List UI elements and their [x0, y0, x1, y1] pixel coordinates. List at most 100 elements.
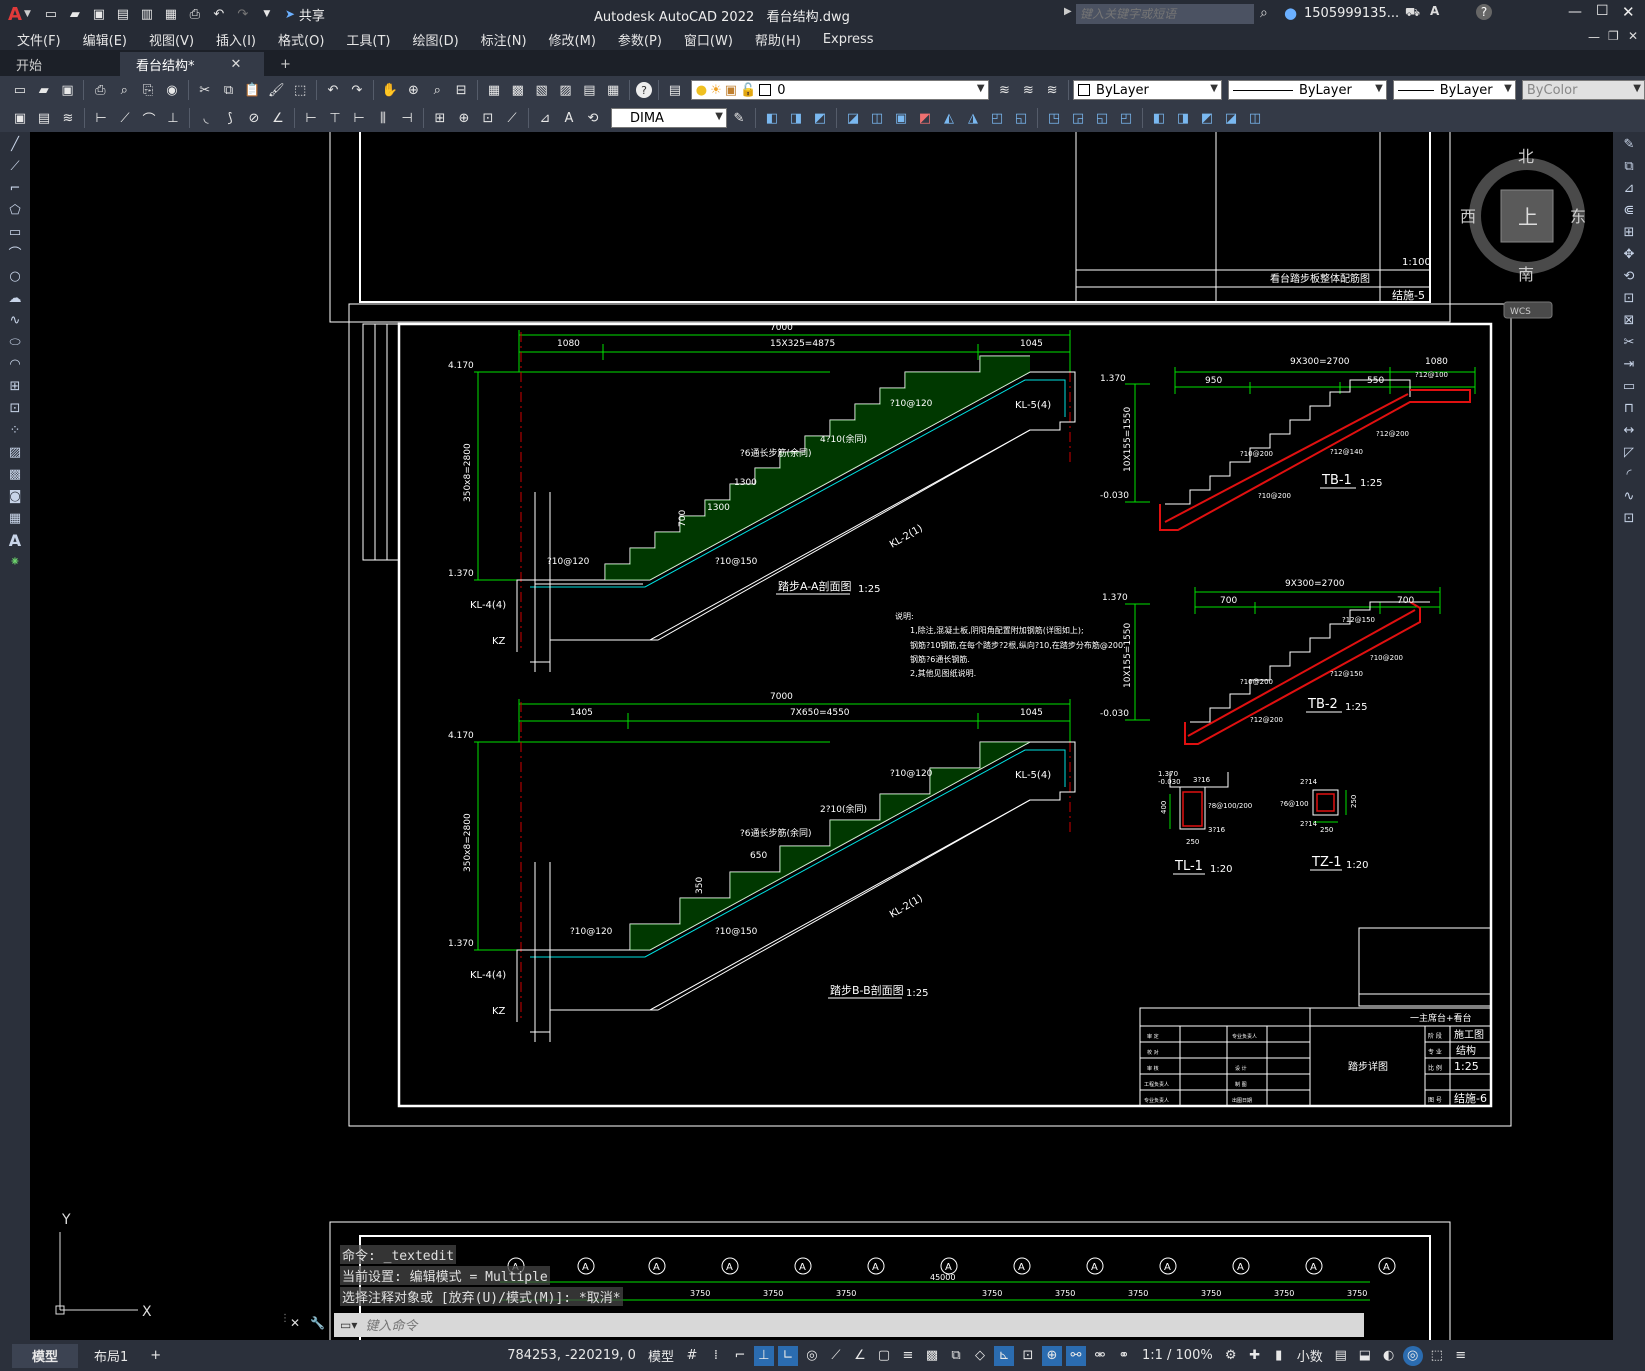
annotation-visibility-icon[interactable]: ⚯ — [1065, 1345, 1086, 1366]
table-icon[interactable]: ▦ — [4, 510, 26, 528]
command-input-box[interactable]: ▭▾ — [334, 1313, 1364, 1337]
minimize-icon[interactable]: — — [1568, 4, 1582, 20]
redo-icon[interactable]: ↷ — [233, 4, 253, 24]
menu-window[interactable]: 窗口(W) — [673, 30, 744, 49]
viewcube-top[interactable]: 上 — [1518, 205, 1538, 229]
hatch-icon[interactable]: ▨ — [4, 444, 26, 462]
interfere-icon[interactable]: ◩ — [1197, 108, 1217, 128]
save-file-icon[interactable]: ▣ — [58, 80, 78, 100]
print-preview-icon[interactable]: ⌕ — [114, 80, 134, 100]
center-mark-icon[interactable]: ⊕ — [454, 108, 474, 128]
properties-icon[interactable]: ▦ — [484, 80, 504, 100]
construction-line-icon[interactable]: ⟋ — [4, 158, 26, 176]
move-faces-icon[interactable]: ◫ — [867, 108, 887, 128]
union-icon[interactable]: ◧ — [762, 108, 782, 128]
osnap-icon[interactable]: ▢ — [874, 1346, 894, 1366]
lineweight-combo[interactable]: ByLayer ▼ — [1392, 80, 1516, 100]
tab-start[interactable]: 开始 — [0, 52, 120, 76]
dim-update-icon[interactable]: ⟲ — [583, 108, 603, 128]
slice-icon[interactable]: ◧ — [1149, 108, 1169, 128]
radius-dim-icon[interactable]: ◟ — [196, 108, 216, 128]
ellipse-icon[interactable]: ⬭ — [4, 334, 26, 352]
intersect-icon[interactable]: ◩ — [810, 108, 830, 128]
cmd-customize-icon[interactable]: 🔧 — [310, 1316, 325, 1330]
share-button[interactable]: 共享 — [299, 5, 325, 24]
tab-model[interactable]: 模型 — [12, 1343, 79, 1368]
zoom-previous-icon[interactable]: ⊟ — [451, 80, 471, 100]
print-icon[interactable]: ⎙ — [90, 80, 110, 100]
doc-minimize-icon[interactable]: — — [1588, 30, 1600, 44]
publish-icon[interactable]: ⎘ — [138, 80, 158, 100]
customize-qat-icon[interactable]: ▼ — [257, 4, 277, 24]
add-layout-icon[interactable]: + — [150, 1348, 161, 1363]
tab-close-icon[interactable]: ✕ — [231, 57, 242, 72]
close-icon[interactable]: ✕ — [1622, 3, 1635, 21]
maximize-icon[interactable]: ☐ — [1596, 3, 1609, 19]
extract-edges-icon[interactable]: ◪ — [1221, 108, 1241, 128]
jogged-dim-icon[interactable]: ⟆ — [220, 108, 240, 128]
tolerance-icon[interactable]: ⊞ — [430, 108, 450, 128]
user-icon[interactable]: ● — [1284, 4, 1297, 22]
trim-icon[interactable]: ✂ — [1618, 334, 1640, 352]
explode-icon[interactable]: ⊡ — [1618, 510, 1640, 528]
tool-palettes-icon[interactable]: ▧ — [532, 80, 552, 100]
share-icon[interactable]: ➤ — [285, 7, 295, 21]
graphics-perf-icon[interactable]: ◎ — [1402, 1345, 1423, 1366]
clean-screen-icon[interactable]: ⬚ — [1427, 1346, 1447, 1366]
dim-text-edit-icon[interactable]: A — [559, 108, 579, 128]
transparency-icon[interactable]: ▩ — [922, 1346, 942, 1366]
isolate-objects-icon[interactable]: ◐ — [1379, 1346, 1399, 1366]
open-icon[interactable]: ▰ — [65, 4, 85, 24]
cmd-prompt-icon[interactable]: ▭▾ — [340, 1318, 357, 1332]
jogged-linear-icon[interactable]: ⟋ — [502, 108, 522, 128]
menu-dimension[interactable]: 标注(N) — [470, 30, 538, 49]
dynamic-ucs-icon[interactable]: ⊾ — [993, 1345, 1014, 1366]
extrude-faces-icon[interactable]: ◪ — [843, 108, 863, 128]
app-menu-dropdown-icon[interactable]: ▼ — [24, 9, 31, 19]
dynamic-input-icon[interactable]: ⊥ — [753, 1345, 774, 1366]
blend-curves-icon[interactable]: ∿ — [1618, 488, 1640, 506]
line-icon[interactable]: ╱ — [4, 136, 26, 154]
user-account[interactable]: 1505999135... — [1304, 6, 1399, 21]
help-icon[interactable]: ? — [1476, 4, 1492, 20]
color-faces-icon[interactable]: ◱ — [1011, 108, 1031, 128]
check-icon[interactable]: ◫ — [1245, 108, 1265, 128]
move-icon[interactable]: ✥ — [1618, 246, 1640, 264]
insert-block-icon[interactable]: ⊞ — [4, 378, 26, 396]
break-at-point-icon[interactable]: ▭ — [1618, 378, 1640, 396]
search-expand-icon[interactable]: ▶ — [1064, 6, 1072, 17]
menu-parametric[interactable]: 参数(P) — [607, 30, 673, 49]
save-web-icon[interactable]: ▦ — [161, 4, 181, 24]
snap-icon[interactable]: ⁞ — [706, 1346, 726, 1366]
units-value[interactable]: 小数 — [1297, 1346, 1323, 1365]
help-tb-icon[interactable]: ? — [636, 82, 652, 98]
cmd-grip[interactable]: ⋮ — [280, 1313, 290, 1337]
diameter-dim-icon[interactable]: ⊘ — [244, 108, 264, 128]
arc-icon[interactable]: ⌒ — [4, 246, 26, 264]
block-editor-icon[interactable]: ⬚ — [290, 80, 310, 100]
gradient-icon[interactable]: ▩ — [4, 466, 26, 484]
revision-cloud-icon[interactable]: ☁ — [4, 290, 26, 308]
ellipse-arc-icon[interactable]: ◠ — [4, 356, 26, 374]
menu-edit[interactable]: 编辑(E) — [72, 30, 138, 49]
new-icon[interactable]: ▭ — [41, 4, 61, 24]
osnap-tracking-icon[interactable]: ∠ — [850, 1346, 870, 1366]
polyline-icon[interactable]: ⌐ — [4, 180, 26, 198]
selection-filter-icon[interactable]: ⊡ — [1018, 1346, 1038, 1366]
quick-properties-icon[interactable]: ▤ — [1331, 1346, 1351, 1366]
menu-draw[interactable]: 绘图(D) — [402, 30, 470, 49]
rotate-faces-icon[interactable]: ◭ — [939, 108, 959, 128]
coordinates[interactable]: 784253, -220219, 0 — [507, 1348, 636, 1363]
join-icon[interactable]: ↔ — [1618, 422, 1640, 440]
menu-file[interactable]: 文件(F) — [6, 30, 72, 49]
calculator-icon[interactable]: ▦ — [603, 80, 623, 100]
3d-print-icon[interactable]: ◉ — [162, 80, 182, 100]
copy-faces-icon[interactable]: ◰ — [987, 108, 1007, 128]
shell-icon[interactable]: ◰ — [1116, 108, 1136, 128]
command-input[interactable] — [363, 1316, 1364, 1334]
ortho-icon[interactable]: ∟ — [777, 1345, 798, 1366]
redo-tb-icon[interactable]: ↷ — [347, 80, 367, 100]
cut-icon[interactable]: ✂ — [195, 80, 215, 100]
auto-scale-icon[interactable]: ⚮ — [1090, 1346, 1110, 1366]
undo-tb-icon[interactable]: ↶ — [323, 80, 343, 100]
